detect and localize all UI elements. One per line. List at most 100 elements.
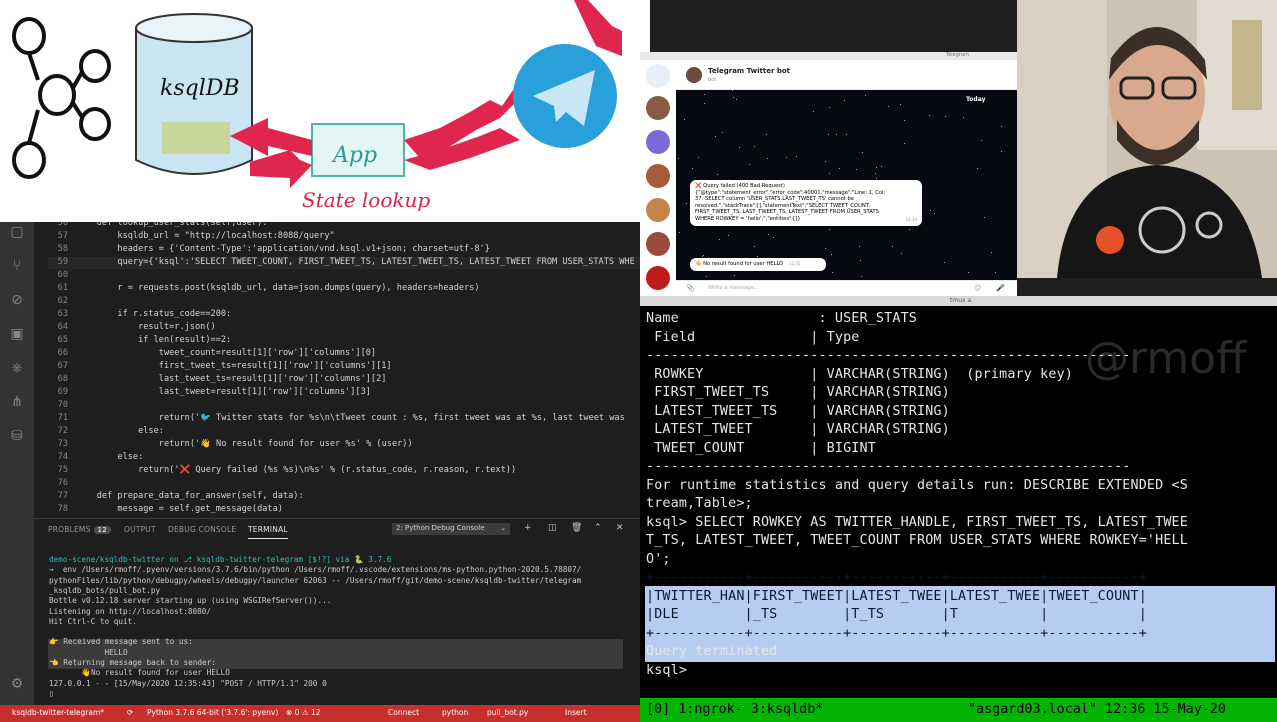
message-input[interactable]: 📎 Write a message... ☺ 🎤 bbox=[676, 280, 1017, 296]
chat-avatar[interactable] bbox=[646, 130, 670, 154]
extensions-icon[interactable] bbox=[9, 334, 25, 350]
background-star bbox=[722, 132, 724, 134]
explorer-icon[interactable]: ▢ bbox=[9, 224, 25, 240]
avatar bbox=[686, 67, 702, 83]
attach-icon[interactable]: 📎 bbox=[686, 284, 695, 292]
code-line[interactable]: return('👋 No result found for user %s' %… bbox=[76, 439, 413, 449]
status-branch[interactable]: ksqldb-twitter-telegram* bbox=[12, 708, 104, 717]
line-number: 64 bbox=[57, 322, 68, 332]
ksql-output-line: |TWITTER_HAN|FIRST_TWEET|LATEST_TWEE|LAT… bbox=[646, 589, 1147, 604]
terminal-line: 👈 Returning message back to sender: bbox=[49, 658, 216, 667]
status-problems[interactable]: ⊗ 0 ⚠ 12 bbox=[286, 708, 320, 717]
kafka-logo bbox=[12, 17, 111, 179]
no-result-message-bubble[interactable]: 👋 No result found for user HELLO 12:35 bbox=[690, 258, 826, 271]
background-star bbox=[888, 106, 890, 108]
error-line: 37: SELECT column 'USER_STATS.LAST_TWEET… bbox=[695, 196, 854, 203]
background-star bbox=[771, 181, 773, 183]
line-number: 60 bbox=[57, 270, 68, 280]
tab-output[interactable]: OUTPUT bbox=[124, 525, 156, 534]
background-star bbox=[967, 272, 969, 274]
source-control-icon[interactable]: ⑂ bbox=[9, 258, 25, 274]
background-star bbox=[900, 253, 902, 255]
background-star bbox=[678, 232, 680, 234]
background-star bbox=[826, 185, 828, 187]
error-line: FIRST_TWEET_TS, LAST_TWEET_TS, LATEST_TW… bbox=[695, 209, 879, 216]
code-line[interactable]: r = requests.post(ksqldb_url, data=json.… bbox=[76, 283, 479, 293]
code-line[interactable]: if len(result)==2: bbox=[76, 335, 231, 345]
background-star bbox=[943, 261, 945, 263]
kubernetes-icon[interactable]: ⎈ bbox=[9, 360, 25, 376]
code-line[interactable]: last_tweet_ts=result[1]['row']['columns'… bbox=[76, 374, 387, 384]
code-line[interactable]: else: bbox=[76, 426, 164, 436]
trash-icon[interactable]: 🗑 bbox=[571, 523, 582, 533]
webcam-video bbox=[1017, 0, 1277, 278]
architecture-diagram: ksqlDB App State lookup bbox=[0, 0, 622, 222]
status-connect[interactable]: Connect bbox=[388, 708, 419, 717]
code-line[interactable]: message = self.get_message(data) bbox=[76, 504, 283, 514]
telegram-titlebar: Telegram bbox=[640, 52, 1017, 60]
split-terminal-icon[interactable]: ◫ bbox=[548, 523, 557, 533]
emoji-icon[interactable]: ☺ bbox=[974, 284, 981, 292]
tab-problems[interactable]: PROBLEMS 12 bbox=[48, 525, 111, 534]
chat-avatar[interactable] bbox=[646, 164, 670, 188]
background-star bbox=[995, 272, 997, 274]
new-terminal-icon[interactable]: + bbox=[524, 523, 532, 533]
tab-terminal[interactable]: TERMINAL bbox=[248, 525, 288, 539]
line-number: 77 bbox=[57, 491, 68, 501]
microphone-icon[interactable]: 🎤 bbox=[996, 284, 1005, 292]
tmux-windows[interactable]: [0] 1:ngrok- 3:ksqldb* bbox=[646, 702, 823, 717]
ksql-output-line: ksql> SELECT ROWKEY AS TWITTER_HANDLE, F… bbox=[646, 515, 1188, 530]
terminal-select[interactable]: 2: Python Debug Console ⌄ bbox=[392, 523, 510, 535]
gear-icon[interactable]: ⚙ bbox=[9, 676, 25, 692]
background-star bbox=[876, 167, 878, 169]
code-line[interactable]: first_tweet_ts=result[1]['row']['columns… bbox=[76, 361, 392, 371]
terminal-line: pythonFiles/lib/python/debugpy/wheels/de… bbox=[49, 575, 582, 585]
tab-debug-console[interactable]: DEBUG CONSOLE bbox=[168, 525, 236, 534]
chat-avatar[interactable] bbox=[646, 198, 670, 222]
error-line: WHERE ROWKEY = 'hello';","entities":[]} bbox=[695, 215, 801, 222]
git-graph-icon[interactable]: ⋔ bbox=[9, 394, 25, 410]
chat-avatar[interactable] bbox=[646, 96, 670, 120]
code-line[interactable]: else: bbox=[76, 452, 143, 462]
ksql-output-line: +-----------+-----------+-----------+---… bbox=[646, 570, 1147, 585]
database-icon[interactable]: ⛁ bbox=[9, 428, 25, 444]
code-line[interactable]: headers = {'Content-Type':'application/v… bbox=[76, 244, 490, 254]
telegram-chat-header: Telegram Twitter bot bot bbox=[676, 60, 1017, 90]
terminal-line: demo-scene/ksqldb-twitter on ⎇ ksqldb-tw… bbox=[49, 555, 392, 564]
status-file[interactable]: pull_bot.py bbox=[487, 708, 528, 717]
code-line[interactable]: result=r.json() bbox=[76, 322, 216, 332]
chat-avatar[interactable] bbox=[646, 266, 670, 290]
close-icon[interactable]: ✕ bbox=[616, 523, 624, 533]
debug-icon[interactable]: ⊘ bbox=[9, 292, 25, 308]
terminal-line: → env /Users/rmoff/.pyenv/versions/3.7.6… bbox=[49, 565, 582, 575]
background-star bbox=[866, 181, 868, 183]
menu-icon[interactable] bbox=[646, 64, 670, 88]
status-language[interactable]: python bbox=[442, 708, 468, 717]
code-line[interactable]: last_tweet=result[1]['row']['columns'][3… bbox=[76, 387, 371, 397]
background-star bbox=[827, 133, 829, 135]
app-label: App bbox=[331, 143, 377, 168]
background-star bbox=[731, 90, 733, 92]
chat-avatar[interactable] bbox=[646, 232, 670, 256]
status-python[interactable]: Python 3.7.6 64-bit ('3.7.6': pyenv) bbox=[147, 708, 278, 717]
error-message-bubble[interactable]: ❌ Query failed (400 Bad Request) {"@type… bbox=[690, 180, 922, 226]
code-line[interactable]: query={'ksql':'SELECT TWEET_COUNT, FIRST… bbox=[76, 257, 634, 267]
sync-icon[interactable]: ⟳ bbox=[127, 708, 133, 717]
code-line[interactable]: tweet_count=result[1]['row']['columns'][… bbox=[76, 348, 376, 358]
background-star bbox=[825, 247, 827, 249]
code-line[interactable]: if r.status_code==200: bbox=[76, 309, 231, 319]
background-star bbox=[684, 119, 686, 121]
code-line[interactable]: ksqldb_url = "http://localhost:8088/quer… bbox=[76, 231, 334, 241]
line-number: 57 bbox=[57, 231, 68, 241]
terminal-line: Bottle v0.12.18 server starting up (usin… bbox=[49, 596, 332, 606]
webcam-image bbox=[1017, 0, 1277, 278]
background-star bbox=[716, 259, 718, 260]
telegram-chat-list[interactable] bbox=[640, 60, 676, 296]
maximize-panel-icon[interactable]: ⌃ bbox=[594, 523, 602, 533]
background-star bbox=[1000, 125, 1002, 127]
ksql-output-line: FIRST_TWEET_TS | VARCHAR(STRING) bbox=[646, 385, 950, 400]
code-line[interactable]: return('🐦 Twitter stats for %s\n\tTweet … bbox=[76, 413, 625, 423]
background-star bbox=[825, 160, 827, 162]
code-line[interactable]: return('❌ Query failed (%s %s)\n%s' % (r… bbox=[76, 465, 516, 475]
code-line[interactable]: def prepare_data_for_answer(self, data): bbox=[76, 491, 304, 501]
